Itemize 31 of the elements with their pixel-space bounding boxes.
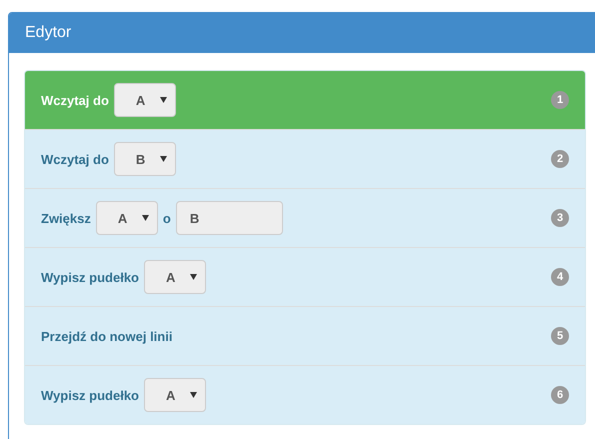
- list-item[interactable]: Przejdź do nowej linii 5: [25, 306, 585, 365]
- dropdown[interactable]: A: [114, 83, 176, 117]
- number-badge: 2: [551, 150, 569, 168]
- input-field[interactable]: B: [176, 201, 283, 235]
- panel-title: Edytor: [9, 13, 595, 53]
- item-label: Wczytaj do: [41, 92, 109, 108]
- caret-icon: [160, 97, 167, 103]
- item-label: Wypisz pudełko: [41, 388, 139, 402]
- list-item[interactable]: Wypisz pudełko A 4: [25, 247, 585, 306]
- number-badge: 3: [551, 209, 569, 227]
- dropdown[interactable]: A: [144, 260, 206, 294]
- number-badge: 5: [551, 327, 569, 345]
- list-item[interactable]: Zwiększ A o B 3: [25, 188, 585, 247]
- item-label: Przejdź do nowej linii: [41, 328, 172, 344]
- number-badge: 4: [551, 268, 569, 286]
- number-badge: 1: [551, 91, 569, 109]
- list-item[interactable]: Wczytaj do B 2: [25, 129, 585, 188]
- caret-icon: [190, 392, 197, 398]
- caret-icon: [142, 215, 149, 221]
- dropdown[interactable]: A: [96, 201, 158, 235]
- item-label: Wczytaj do: [41, 152, 109, 166]
- item-label: Zwiększ: [41, 210, 91, 226]
- item-label: Wypisz pudełko: [41, 270, 139, 284]
- item-label: o: [162, 210, 171, 226]
- caret-icon: [190, 274, 197, 280]
- list-item[interactable]: Wypisz pudełko A 6: [25, 365, 585, 424]
- caret-icon: [160, 156, 167, 162]
- list-item[interactable]: Wczytaj do A 1: [25, 71, 585, 129]
- number-badge: 6: [551, 386, 569, 404]
- dropdown[interactable]: B: [114, 142, 176, 176]
- dropdown[interactable]: A: [144, 378, 206, 412]
